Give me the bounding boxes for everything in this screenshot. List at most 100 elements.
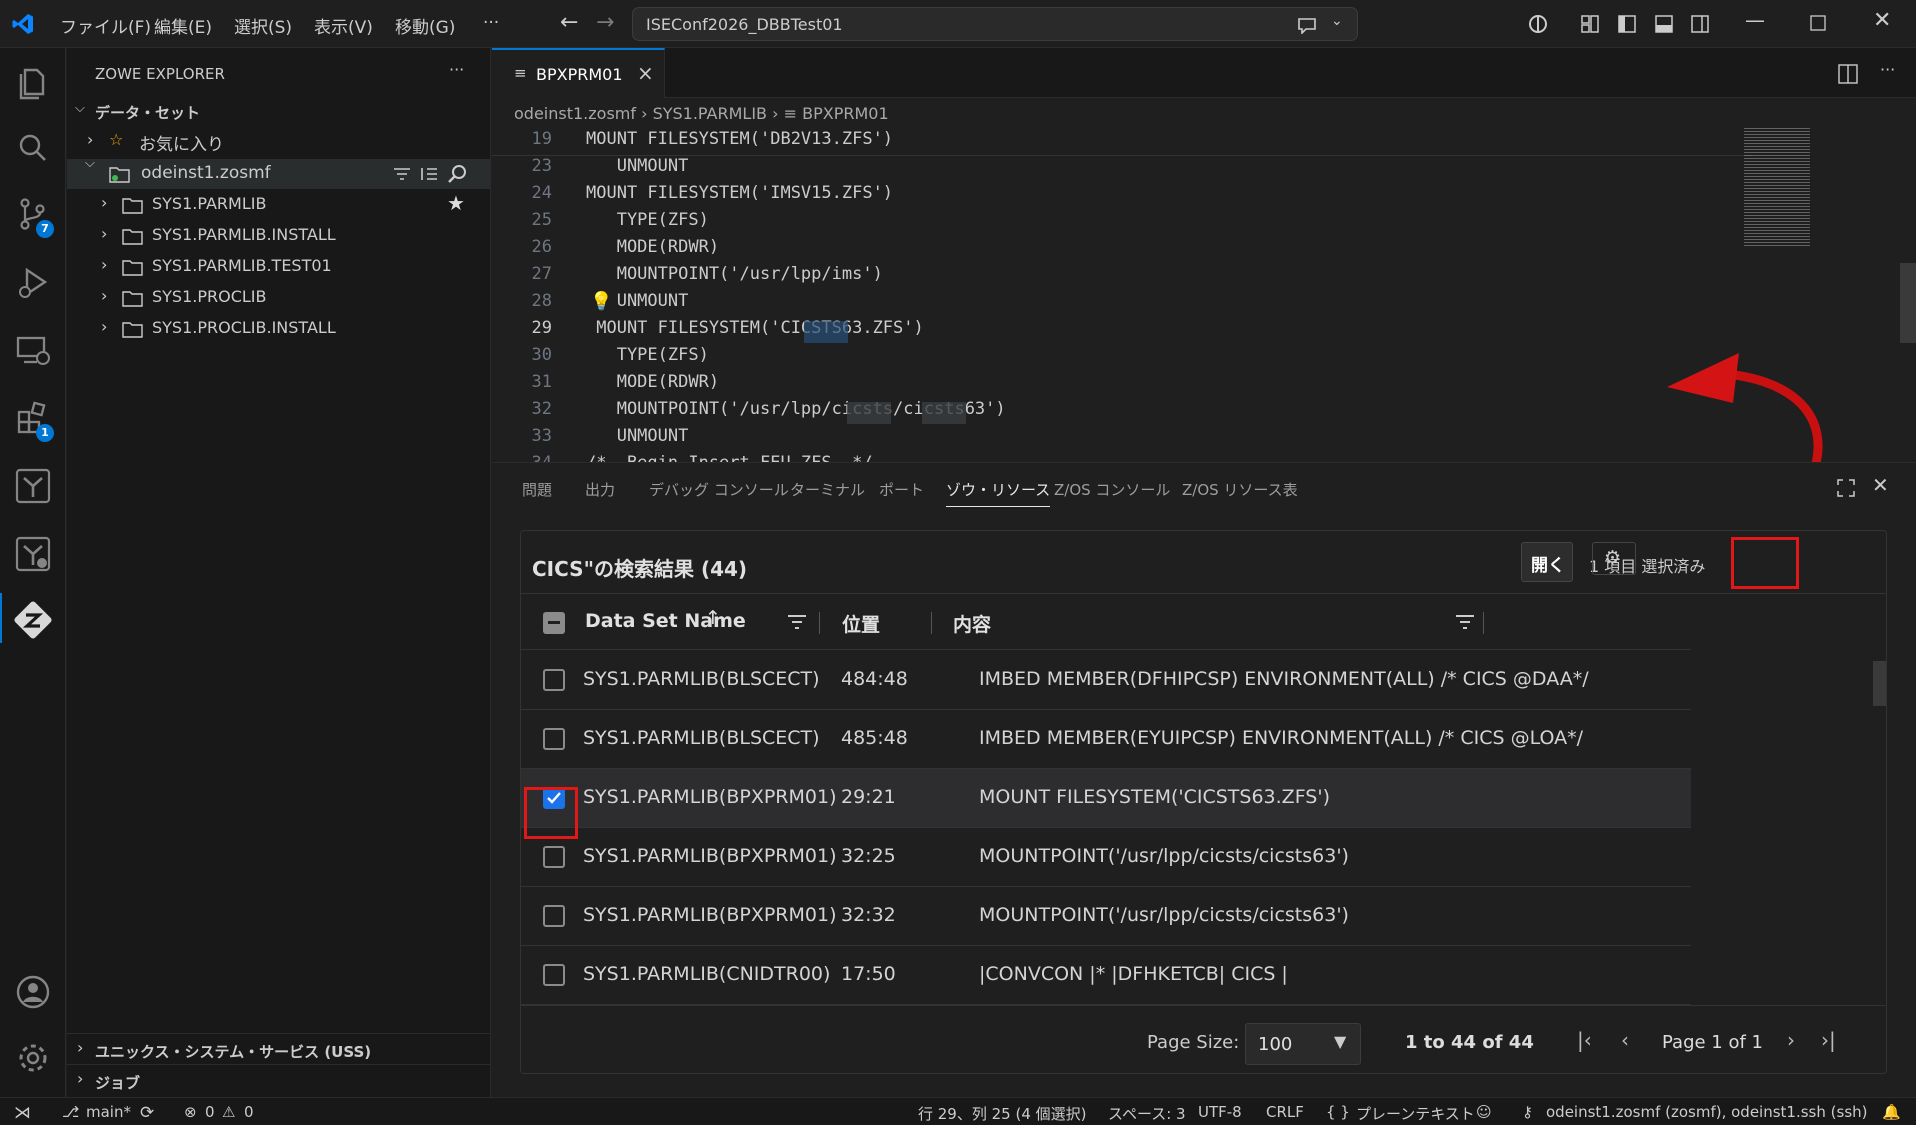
indentation[interactable]: スペース: 3	[1108, 1103, 1186, 1124]
search-icon[interactable]	[447, 164, 467, 184]
lightbulb-icon[interactable]: 💡	[590, 291, 612, 312]
language-mode[interactable]: プレーンテキスト	[1356, 1103, 1475, 1124]
previous-page-icon[interactable]: ‹	[1621, 1028, 1629, 1052]
chevron-right-icon[interactable]: ›	[87, 130, 93, 149]
next-page-icon[interactable]: ›	[1787, 1028, 1795, 1052]
toggle-panel-icon[interactable]	[1654, 14, 1674, 34]
menu-selection[interactable]: 選択(S)	[234, 13, 292, 38]
maximize-button[interactable]	[1810, 15, 1826, 31]
git-branch-icon[interactable]: ⎇	[62, 1103, 79, 1121]
chevron-right-icon[interactable]: ›	[101, 286, 107, 305]
tree-item-favorites[interactable]: お気に入り	[139, 130, 224, 155]
editor-more-icon[interactable]: ···	[1880, 60, 1895, 79]
tab-debug-console[interactable]: デバッグ コンソール	[649, 479, 789, 500]
remote-explorer-icon[interactable]	[13, 330, 53, 370]
run-debug-icon[interactable]	[13, 262, 53, 302]
dataset-item[interactable]: SYS1.PARMLIB.TEST01	[152, 256, 332, 275]
dataset-item[interactable]: SYS1.PROCLIB	[152, 287, 267, 306]
chevron-right-icon[interactable]: ›	[101, 193, 107, 212]
star-icon[interactable]: ★	[447, 191, 465, 215]
menu-more[interactable]: ···	[483, 13, 499, 33]
row-checkbox[interactable]	[543, 964, 565, 986]
section-jobs[interactable]: ジョブ	[95, 1072, 140, 1093]
connection-status[interactable]: odeinst1.zosmf (zosmf), odeinst1.ssh (ss…	[1546, 1103, 1868, 1121]
dataset-item[interactable]: SYS1.PROCLIB.INSTALL	[152, 318, 336, 337]
git-branch[interactable]: main*	[86, 1103, 131, 1121]
chevron-right-icon[interactable]: ›	[77, 1069, 83, 1088]
sidebar-more-button[interactable]: ···	[449, 60, 464, 79]
dataset-item[interactable]: SYS1.PARMLIB.INSTALL	[152, 225, 336, 244]
remote-icon[interactable]: ⋊	[14, 1103, 31, 1123]
table-row[interactable]: SYS1.PARMLIB(BPXPRM01) 32:25 MOUNTPOINT('/…	[521, 828, 1691, 887]
tab-zowe-resources[interactable]: ゾウ・リソース	[946, 479, 1051, 507]
chevron-down-icon[interactable]: ⌵	[75, 101, 85, 116]
warning-icon[interactable]: ⚠	[222, 1103, 235, 1121]
zowe-explorer-tree-icon[interactable]	[13, 466, 53, 506]
editor-scrollbar[interactable]	[1900, 263, 1916, 343]
line-ending[interactable]: CRLF	[1266, 1103, 1304, 1121]
minimize-button[interactable]: —	[1745, 8, 1765, 32]
grid-settings-button[interactable]: ⚙	[1592, 542, 1636, 575]
section-datasets[interactable]: データ・セット	[95, 102, 200, 123]
explorer-icon[interactable]	[13, 62, 53, 102]
menu-go[interactable]: 移動(G)	[395, 13, 455, 38]
tab-terminal[interactable]: ターミナル	[790, 479, 865, 500]
maximize-panel-icon[interactable]	[1837, 479, 1855, 497]
table-row[interactable]: SYS1.PARMLIB(BPXPRM01) 32:32 MOUNTPOINT('/…	[521, 887, 1691, 946]
sort-ascending-icon[interactable]: ↑	[705, 607, 721, 629]
column-header-name[interactable]: Data Set Name	[585, 610, 746, 632]
chevron-down-icon[interactable]: ⌄	[1331, 13, 1343, 29]
page-size-select[interactable]: 100 ▼	[1245, 1023, 1361, 1065]
customize-layout-icon[interactable]	[1580, 14, 1600, 34]
filter-icon[interactable]	[787, 614, 807, 630]
split-editor-icon[interactable]	[1838, 64, 1858, 84]
minimap[interactable]	[1744, 128, 1810, 248]
row-checkbox[interactable]	[543, 905, 565, 927]
open-button[interactable]: 開く	[1521, 542, 1573, 582]
column-header-content[interactable]: 内容	[953, 610, 991, 637]
zowe-resources-icon[interactable]	[13, 534, 53, 574]
chevron-right-icon[interactable]: ›	[101, 255, 107, 274]
grid-scrollbar[interactable]	[1873, 661, 1886, 706]
toggle-secondary-sidebar-icon[interactable]	[1690, 14, 1710, 34]
sync-icon[interactable]: ⟳	[140, 1103, 154, 1123]
close-tab-icon[interactable]: ×	[637, 61, 654, 85]
last-page-icon[interactable]: ›|	[1821, 1028, 1836, 1052]
forward-arrow-icon[interactable]: →	[596, 10, 614, 35]
error-count[interactable]: 0	[205, 1103, 215, 1121]
tab-zos-resource-table[interactable]: Z/OS リソース表	[1182, 479, 1298, 500]
table-row[interactable]: SYS1.PARMLIB(BLSCECT) 484:48 IMBED MEMBER(…	[521, 651, 1691, 710]
zowe-logo-icon[interactable]	[13, 600, 53, 640]
chevron-right-icon[interactable]: ›	[101, 224, 107, 243]
back-arrow-icon[interactable]: ←	[560, 10, 578, 35]
sort-list-icon[interactable]	[420, 166, 438, 182]
breadcrumb-item[interactable]: BPXPRM01	[802, 104, 889, 123]
menu-edit[interactable]: 編集(E)	[154, 13, 212, 38]
tab-bpxprm01[interactable]: ≡ BPXPRM01 ×	[492, 48, 665, 98]
row-checkbox[interactable]	[543, 846, 565, 868]
breadcrumb-item[interactable]: odeinst1.zosmf	[514, 104, 636, 123]
cursor-position[interactable]: 行 29、列 25 (4 個選択)	[918, 1103, 1087, 1124]
copilot-status-icon[interactable]: ☺	[1476, 1103, 1492, 1121]
tab-output[interactable]: 出力	[585, 479, 615, 500]
tab-ports[interactable]: ポート	[879, 479, 924, 500]
table-row[interactable]: SYS1.PARMLIB(BLSCECT) 485:48 IMBED MEMBER(…	[521, 710, 1691, 769]
settings-gear-icon[interactable]	[13, 1038, 53, 1078]
search-icon[interactable]	[13, 128, 53, 168]
row-checkbox[interactable]	[543, 728, 565, 750]
warning-count[interactable]: 0	[244, 1103, 254, 1121]
copilot-icon[interactable]	[1528, 14, 1548, 34]
error-icon[interactable]: ⊗	[184, 1103, 197, 1121]
filter-icon[interactable]	[393, 166, 411, 182]
tab-zos-console[interactable]: Z/OS コンソール	[1054, 479, 1170, 500]
tree-item-profile[interactable]: odeinst1.zosmf	[141, 163, 271, 183]
toggle-sidebar-icon[interactable]	[1617, 14, 1637, 34]
breadcrumb-item[interactable]: SYS1.PARMLIB	[653, 104, 767, 123]
menu-view[interactable]: 表示(V)	[314, 13, 373, 38]
table-row-selected[interactable]: SYS1.PARMLIB(BPXPRM01) 29:21 MOUNT FILESYS…	[521, 769, 1691, 828]
first-page-icon[interactable]: |‹	[1577, 1028, 1592, 1052]
menu-file[interactable]: ファイル(F)	[60, 13, 151, 38]
tab-problems[interactable]: 問題	[522, 479, 552, 500]
copilot-chat-icon[interactable]	[1297, 16, 1317, 34]
command-center[interactable]: ISEConf2026_DBBTest01 ⌄	[632, 7, 1358, 41]
